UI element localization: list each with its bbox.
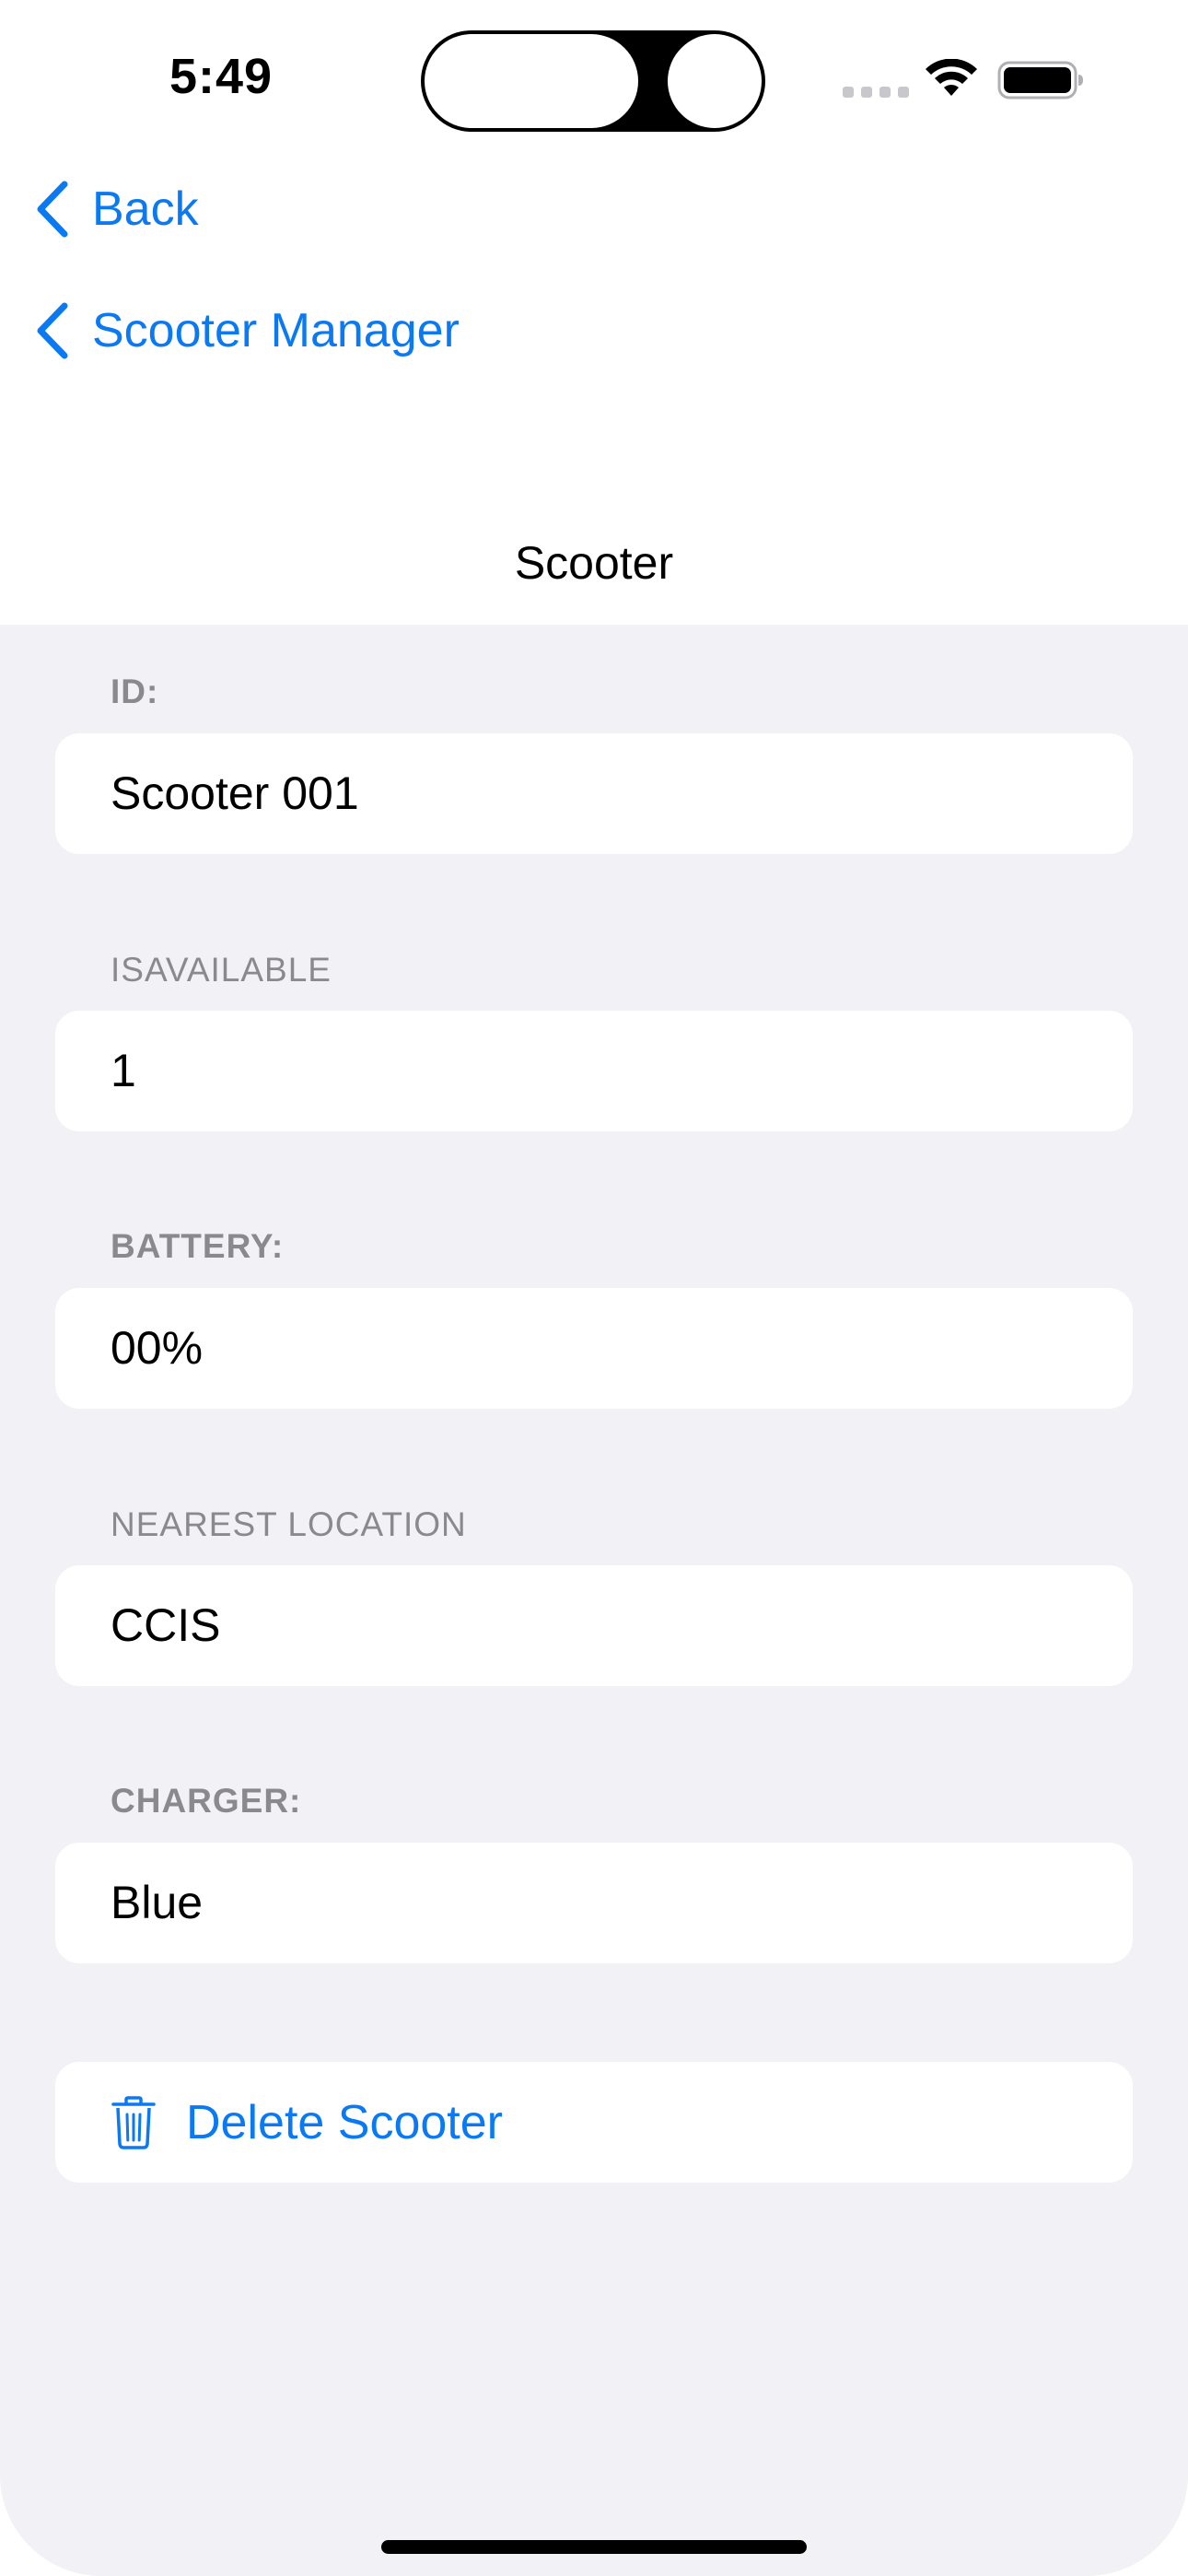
nearest-location-label: NEAREST LOCATION: [111, 1505, 467, 1543]
id-input[interactable]: [111, 733, 1105, 854]
id-label: ID:: [111, 673, 159, 710]
delete-scooter-label: Delete Scooter: [186, 2095, 503, 2149]
charger-field[interactable]: [55, 1843, 1133, 1963]
page-title: Scooter: [514, 537, 674, 589]
scooter-form: ID: ISAVAILABLE BATTERY: NEAREST LOCATIO…: [0, 625, 1188, 2576]
nearest-location-field[interactable]: [55, 1565, 1133, 1686]
id-field[interactable]: [55, 733, 1133, 854]
isavailable-field[interactable]: [55, 1011, 1133, 1131]
charger-input[interactable]: [111, 1843, 1105, 1963]
status-time: 5:49: [169, 49, 274, 104]
home-indicator[interactable]: [381, 2540, 807, 2554]
battery-icon: [997, 61, 1083, 100]
scooter-manager-label: Scooter Manager: [92, 304, 460, 357]
dynamic-island: [421, 30, 765, 132]
charger-label: CHARGER:: [111, 1782, 302, 1820]
battery-field[interactable]: [55, 1288, 1133, 1409]
isavailable-input[interactable]: [111, 1011, 1105, 1131]
trash-icon: [111, 2095, 156, 2149]
wifi-icon: [926, 59, 977, 96]
delete-scooter-button[interactable]: Delete Scooter: [55, 2062, 1133, 2183]
chevron-left-icon: [37, 302, 68, 359]
back-button-label: Back: [92, 182, 199, 236]
chevron-left-icon: [37, 181, 68, 238]
back-button[interactable]: Back: [35, 181, 199, 238]
scooter-detail-screen: 5:49 Back Scooter Manager Scooter ID: Sc…: [0, 0, 1188, 2576]
nearest-location-input[interactable]: [111, 1565, 1105, 1686]
battery-input[interactable]: [111, 1288, 1105, 1409]
battery-label: BATTERY:: [111, 1227, 285, 1265]
scooter-manager-back-button[interactable]: Scooter Manager: [35, 302, 460, 359]
isavailable-label: ISAVAILABLE: [111, 951, 332, 989]
cellular-signal-icon: [843, 87, 909, 98]
